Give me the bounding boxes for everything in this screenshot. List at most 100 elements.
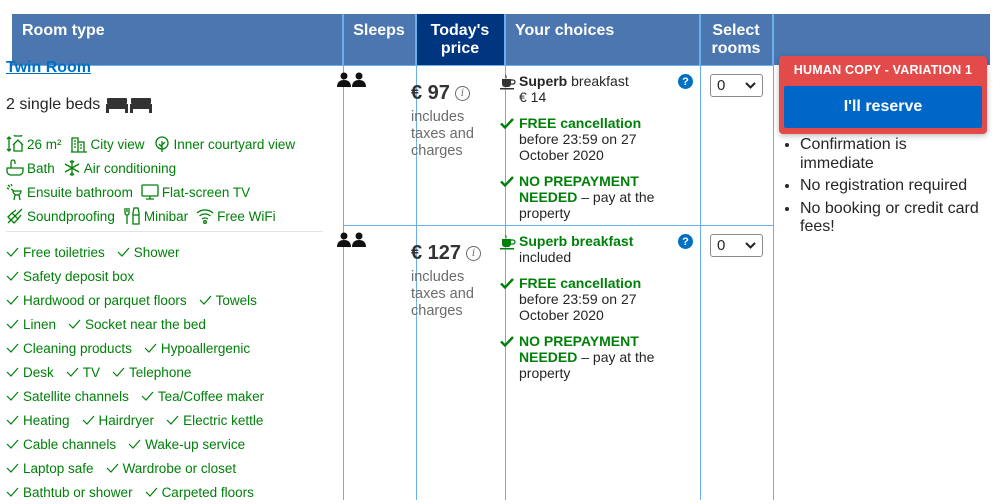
benefit-item: No booking or credit card fees!	[800, 200, 982, 237]
reserve-button[interactable]: I'll reserve	[784, 86, 982, 128]
amenity-item: Towels	[199, 293, 257, 308]
price-option-1: € 97 i	[411, 82, 470, 105]
thin-check-icon	[112, 367, 125, 377]
no-prepayment: NO PREPAYMENT NEEDED – pay at the proper…	[500, 173, 690, 221]
thin-check-icon	[6, 391, 19, 401]
facility-item: Inner courtyard view	[153, 135, 295, 153]
facility-item: Air conditioning	[63, 159, 176, 177]
help-icon[interactable]: ?	[678, 234, 693, 249]
variant-overlay: HUMAN COPY - VARIATION 1 I'll reserve	[779, 56, 987, 134]
amenity-item: Laptop safe	[6, 461, 94, 476]
thin-check-icon	[106, 463, 119, 473]
variant-label: HUMAN COPY - VARIATION 1	[793, 63, 973, 77]
facility-item: City view	[70, 135, 145, 153]
free-cancellation: FREE cancellation before 23:59 on 27 Octo…	[500, 275, 690, 323]
thin-check-icon	[166, 415, 179, 425]
beds-label: 2 single beds	[6, 96, 101, 113]
benefit-item: Confirmation is immediate	[800, 136, 982, 173]
amenity-item: Socket near the bed	[68, 317, 206, 332]
courtyard-tree-icon	[154, 136, 169, 152]
amenity-row: Bathtub or shower Carpeted floors	[6, 480, 331, 504]
header-todays-price: Today's price	[416, 14, 505, 65]
air-conditioning-icon	[64, 160, 80, 176]
facility-item: Soundproofing	[6, 207, 115, 225]
breakfast-info: Superb breakfast included	[500, 233, 690, 265]
checkmark-icon	[500, 118, 514, 129]
thin-check-icon	[82, 415, 94, 425]
thin-check-icon	[117, 247, 130, 257]
thin-check-icon	[144, 343, 157, 353]
amenity-item: Tea/Coffee maker	[141, 389, 264, 404]
bath-icon	[6, 159, 24, 176]
price-option-2: € 127 i	[411, 242, 482, 265]
grid-line	[12, 65, 773, 66]
facility-item: Free WiFi	[196, 207, 276, 225]
room-size-icon	[6, 135, 24, 152]
thin-check-icon	[199, 295, 212, 305]
info-icon[interactable]: i	[454, 86, 470, 101]
ensuite-bathroom-icon	[6, 183, 22, 201]
room-name-link[interactable]: Twin Room	[6, 59, 91, 77]
thin-check-icon	[6, 247, 19, 257]
facility-item: Flat-screen TV	[141, 183, 250, 201]
amenity-row: Heating Hairdryer Electric kettle	[6, 408, 331, 432]
checkmark-icon	[500, 336, 514, 347]
info-icon[interactable]: i	[466, 246, 482, 261]
thin-check-icon	[6, 463, 19, 473]
city-view-icon	[70, 137, 87, 153]
amenity-item: Cable channels	[6, 437, 116, 452]
amenity-row: Satellite channels Tea/Coffee maker	[6, 384, 331, 408]
thin-check-icon	[6, 343, 19, 353]
amenity-item: Wake-up service	[128, 437, 245, 452]
price-note: includes taxes and charges	[411, 109, 474, 159]
amenity-item: Hypoallergenic	[144, 341, 250, 356]
facility-item: Minibar	[123, 207, 188, 225]
amenity-item: Telephone	[112, 365, 191, 380]
breakfast-info: Superb breakfast € 14	[500, 73, 690, 105]
amenity-item: Bathtub or shower	[6, 485, 133, 500]
booking-benefits: Confirmation is immediate No registratio…	[782, 136, 982, 241]
amenity-item: Shower	[117, 245, 180, 260]
coffee-cup-icon	[500, 74, 516, 90]
thin-check-icon	[6, 415, 19, 425]
wifi-icon	[196, 209, 214, 224]
amenity-row: Safety deposit box	[6, 264, 331, 288]
amenity-item: Wardrobe or closet	[106, 461, 236, 476]
thin-check-icon	[128, 439, 141, 449]
help-icon[interactable]: ?	[678, 74, 693, 89]
header-room-type: Room type	[12, 14, 343, 65]
bed-info: 2 single beds	[6, 96, 153, 114]
checkmark-icon	[500, 278, 514, 289]
amenity-item: Cleaning products	[6, 341, 132, 356]
sleeps-two-icon	[337, 72, 367, 88]
header-sleeps: Sleeps	[343, 14, 416, 65]
amenity-item: Free toiletries	[6, 245, 105, 260]
thin-check-icon	[141, 391, 154, 401]
select-rooms-dropdown[interactable]: 0	[710, 74, 763, 97]
thin-check-icon	[66, 367, 79, 377]
facility-item: Bath	[6, 159, 55, 177]
amenity-row: Free toiletries Shower	[6, 240, 331, 264]
amenity-row: Hardwood or parquet floors Towels	[6, 288, 331, 312]
amenity-item: Heating	[6, 413, 70, 428]
no-prepayment: NO PREPAYMENT NEEDED – pay at the proper…	[500, 333, 690, 381]
amenity-item: Electric kettle	[166, 413, 263, 428]
amenity-row: Laptop safe Wardrobe or closet	[6, 456, 331, 480]
facility-item: 26 m²	[6, 135, 62, 153]
amenity-item: Safety deposit box	[6, 269, 134, 284]
chevron-down-icon	[745, 82, 756, 89]
select-rooms-dropdown[interactable]: 0	[710, 234, 763, 257]
facility-item: Ensuite bathroom	[6, 183, 133, 201]
amenity-item: TV	[66, 365, 100, 380]
thin-check-icon	[6, 367, 19, 377]
amenity-item: Desk	[6, 365, 54, 380]
thin-check-icon	[6, 295, 19, 305]
amenity-row: Cleaning products Hypoallergenic	[6, 336, 331, 360]
single-bed-icon	[106, 98, 153, 113]
chevron-down-icon	[745, 242, 756, 249]
header-your-choices: Your choices	[505, 14, 700, 65]
thin-check-icon	[145, 487, 158, 497]
thin-check-icon	[6, 271, 19, 281]
amenity-item: Hairdryer	[82, 413, 154, 428]
grid-line	[343, 225, 773, 226]
